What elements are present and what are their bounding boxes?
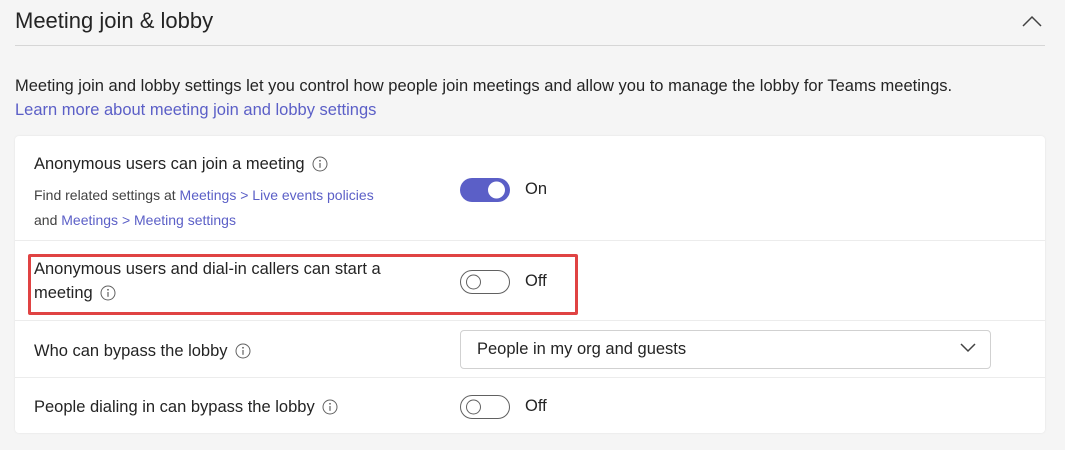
toggle-knob [466,399,481,415]
toggle-state-label: Off [525,272,547,290]
dialin-bypass-toggle[interactable] [460,395,510,419]
section-title: Meeting join & lobby [15,8,214,33]
chevron-up-icon [1022,15,1042,27]
setting-row-dialin-bypass: People dialing in can bypass the lobby O… [15,378,1045,433]
setting-row-anonymous-start: Anonymous users and dial-in callers can … [15,241,1045,321]
description-text: Meeting join and lobby settings let you … [15,77,953,95]
dropdown-selected-value: People in my org and guests [477,340,687,358]
settings-card: Anonymous users can join a meeting Find … [15,136,1045,433]
info-icon[interactable] [100,285,116,301]
section-header: Meeting join & lobby [15,0,1045,46]
learn-more-link[interactable]: Learn more about meeting join and lobby … [15,98,1055,122]
toggle-knob [488,181,505,199]
section-description: Meeting join and lobby settings let you … [15,74,1055,122]
collapse-button[interactable] [1019,8,1045,34]
meeting-settings-link[interactable]: Meetings > Meeting settings [61,212,236,228]
setting-label: Anonymous users can join a meeting [34,152,328,176]
anonymous-join-toggle[interactable] [460,178,510,202]
info-icon[interactable] [235,343,251,359]
related-settings-text: Find related settings at Meetings > Live… [34,187,374,228]
live-events-policies-link[interactable]: Meetings > Live events policies [180,187,374,203]
chevron-down-icon [960,343,976,353]
setting-label: Anonymous users and dial-in callers can … [34,260,381,302]
setting-label: Who can bypass the lobby [34,339,251,363]
setting-label: People dialing in can bypass the lobby [34,395,338,419]
bypass-lobby-dropdown[interactable]: People in my org and guests [460,330,991,369]
toggle-state-label: Off [525,397,547,415]
setting-row-bypass-lobby: Who can bypass the lobby People in my or… [15,321,1045,378]
toggle-state-label: On [525,180,548,198]
info-icon[interactable] [312,156,328,172]
toggle-knob [466,274,481,290]
setting-row-anonymous-join: Anonymous users can join a meeting Find … [15,136,1045,241]
anonymous-start-toggle[interactable] [460,270,510,294]
info-icon[interactable] [322,399,338,415]
